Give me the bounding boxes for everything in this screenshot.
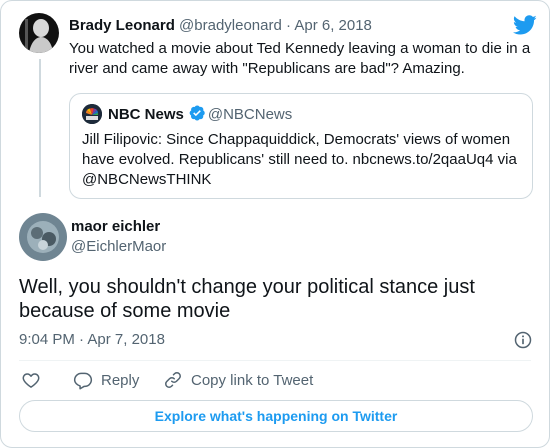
separator-dot: · xyxy=(79,331,85,348)
verified-badge-icon xyxy=(189,105,205,121)
reply-tweet-text: Well, you shouldn't change your politica… xyxy=(19,276,475,322)
embedded-tweet-card: Brady Leonard @bradyleonard · Apr 6, 201… xyxy=(0,0,550,448)
reply-author-handle[interactable]: @EichlerMaor xyxy=(71,238,166,255)
quoted-tweet-header: NBC News @NBCNews xyxy=(108,104,292,125)
heart-icon xyxy=(22,373,40,388)
avatar-brady-leonard[interactable] xyxy=(19,13,59,53)
separator-dot: · xyxy=(286,17,291,34)
quoted-author-name[interactable]: NBC News xyxy=(108,106,184,123)
parent-tweet-text: You watched a movie about Ted Kennedy le… xyxy=(69,40,531,77)
divider xyxy=(19,360,531,361)
nbc-news-logo xyxy=(82,104,102,124)
reply-label: Reply xyxy=(101,371,140,389)
author-name[interactable]: Brady Leonard xyxy=(69,17,175,34)
quoted-tweet-text: Jill Filipovic: Since Chappaquiddick, De… xyxy=(82,131,517,188)
author-handle[interactable]: @bradyleonard xyxy=(179,17,282,34)
like-button[interactable] xyxy=(21,370,41,390)
tweet-date[interactable]: Apr 6, 2018 xyxy=(294,17,372,34)
twitter-bird-icon[interactable] xyxy=(513,13,537,37)
link-icon xyxy=(165,372,181,388)
copy-link-label: Copy link to Tweet xyxy=(191,371,314,389)
explore-twitter-button[interactable]: Explore what's happening on Twitter xyxy=(19,400,533,432)
reply-tweet-handle-row: @EichlerMaor xyxy=(71,237,166,257)
tweet-time: 9:04 PM xyxy=(19,331,75,348)
reply-author-name[interactable]: maor eichler xyxy=(71,218,160,235)
thread-connector-line xyxy=(39,59,41,197)
quoted-tweet[interactable]: NBC News @NBCNews Jill Filipovic: Since C… xyxy=(69,93,533,199)
reply-icon xyxy=(73,372,93,390)
avatar-maor-eichler[interactable] xyxy=(19,213,67,261)
quoted-author-handle[interactable]: @NBCNews xyxy=(208,106,292,123)
tweet-date: Apr 7, 2018 xyxy=(87,331,165,348)
tweet-timestamp[interactable]: 9:04 PM · Apr 7, 2018 xyxy=(19,330,165,350)
copy-link-button[interactable]: Copy link to Tweet xyxy=(163,370,313,390)
reply-tweet-author: maor eichler xyxy=(71,217,160,237)
reply-button[interactable]: Reply xyxy=(73,370,139,390)
info-icon[interactable] xyxy=(513,330,533,350)
parent-tweet-header: Brady Leonard @bradyleonard · Apr 6, 201… xyxy=(69,16,372,36)
